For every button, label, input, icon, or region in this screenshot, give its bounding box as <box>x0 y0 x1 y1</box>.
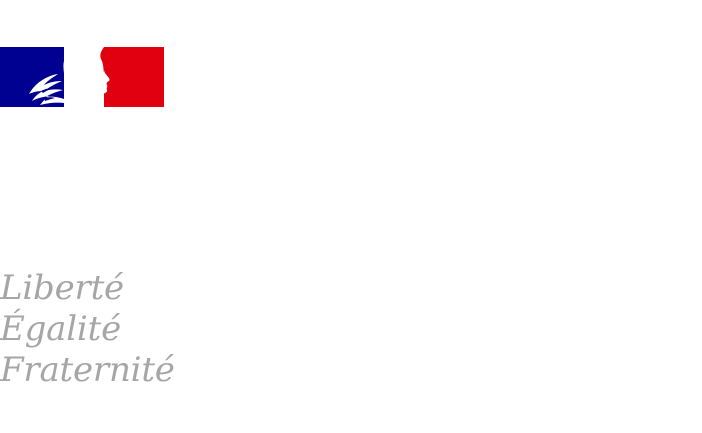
motto-fraternite: Fraternité <box>0 350 175 390</box>
marianne-profile-icon <box>0 47 164 107</box>
government-logo: Liberté Égalité Fraternité <box>0 0 702 433</box>
marianne-flag-emblem <box>0 47 164 107</box>
motto-liberte: Liberté <box>0 268 124 308</box>
republic-motto: Liberté Égalité Fraternité <box>0 268 175 391</box>
motto-egalite: Égalité <box>0 309 121 349</box>
